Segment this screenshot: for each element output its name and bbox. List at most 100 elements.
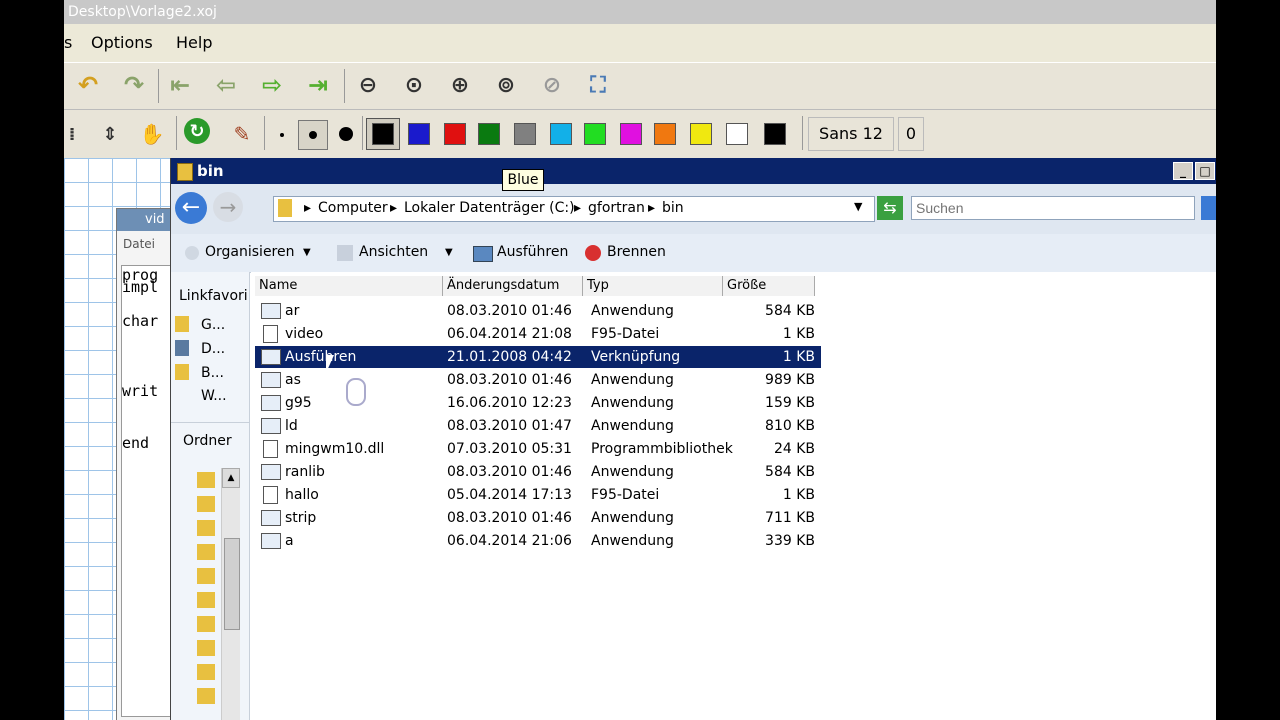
explorer-title-bar[interactable]: bin _ □ (171, 158, 1216, 184)
background-editor-window[interactable]: vid Datei prog impl char writ end (116, 208, 178, 720)
prev-page-icon[interactable]: ⇦ (210, 69, 242, 101)
color-gray-swatch[interactable] (514, 123, 536, 145)
color-magenta-swatch[interactable] (620, 123, 642, 145)
breadcrumb-computer[interactable]: Computer (318, 200, 388, 216)
redo-icon[interactable]: ↷ (118, 69, 150, 101)
file-row[interactable]: Ausführen 21.01.2008 04:42 Verknüpfung 1 KB (255, 346, 821, 368)
run-button[interactable]: Ausführen (497, 244, 568, 260)
scrollbar-thumb[interactable] (224, 538, 240, 630)
zoom-out-icon[interactable]: ⊖ (352, 69, 384, 101)
folder-icon (175, 364, 189, 380)
chevron-down-icon[interactable]: ▼ (854, 200, 862, 213)
views-button[interactable]: Ansichten (359, 244, 428, 260)
editor-code-area[interactable]: prog impl char writ end (121, 265, 175, 717)
breadcrumb-gfortran[interactable]: gfortran (588, 200, 645, 216)
documents-icon (175, 340, 189, 356)
color-white-swatch[interactable] (726, 123, 748, 145)
file-row[interactable]: as 08.03.2010 01:46 Anwendung 989 KB (255, 369, 821, 391)
organize-button[interactable]: Organisieren (205, 244, 295, 260)
color-red-swatch[interactable] (444, 123, 466, 145)
search-icon[interactable] (1201, 196, 1216, 220)
color-light-blue-swatch[interactable] (550, 123, 572, 145)
search-input[interactable] (911, 196, 1195, 220)
file-name: ld (285, 418, 298, 434)
back-icon[interactable]: ← (175, 192, 207, 224)
first-page-icon[interactable]: ⇤ (164, 69, 196, 101)
application-icon (261, 464, 281, 480)
zoom-fit-icon[interactable]: ⊙ (398, 69, 430, 101)
column-header-type[interactable]: Typ (583, 276, 723, 296)
minimize-button[interactable]: _ (1173, 162, 1193, 180)
breadcrumb-bin[interactable]: bin (662, 200, 684, 216)
breadcrumb-arrow[interactable]: ▸ (574, 200, 581, 216)
chevron-down-icon[interactable]: ▼ (303, 247, 311, 258)
undo-icon[interactable]: ↶ (72, 69, 104, 101)
font-size-field[interactable]: 0 (898, 117, 924, 151)
next-page-icon[interactable]: ⇨ (256, 69, 288, 101)
file-row[interactable]: ld 08.03.2010 01:47 Anwendung 810 KB (255, 415, 821, 437)
color-black2-swatch[interactable] (764, 123, 786, 145)
shape-recognizer-icon[interactable]: ↻ (184, 118, 210, 144)
thick-width-icon[interactable] (339, 127, 353, 141)
scroll-up-icon[interactable]: ▲ (222, 468, 240, 488)
color-black-swatch[interactable] (372, 123, 394, 145)
medium-width-button[interactable] (298, 120, 328, 150)
color-blue-swatch[interactable] (408, 123, 430, 145)
favorite-item[interactable]: W... (201, 388, 227, 404)
zoom-in-icon[interactable]: ⊕ (444, 69, 476, 101)
file-row[interactable]: hallo 05.04.2014 17:13 F95-Datei 1 KB (255, 484, 821, 506)
file-size: 989 KB (765, 372, 815, 388)
vertical-space-icon[interactable]: ⇕ (94, 118, 126, 150)
breadcrumb-arrow[interactable]: ▸ (390, 200, 397, 216)
column-header-date[interactable]: Änderungsdatum (443, 276, 583, 296)
color-yellow-swatch[interactable] (690, 123, 712, 145)
folders-header[interactable]: Ordner (183, 433, 232, 449)
color-green-swatch[interactable] (478, 123, 500, 145)
thin-width-icon[interactable] (280, 133, 284, 137)
breadcrumb-arrow[interactable]: ▸ (648, 200, 655, 216)
menu-item-help[interactable]: Help (176, 33, 212, 52)
maximize-button[interactable]: □ (1195, 162, 1215, 180)
favorite-item[interactable]: B... (201, 365, 224, 381)
file-row[interactable]: a 06.04.2014 21:06 Anwendung 339 KB (255, 530, 821, 552)
file-row[interactable]: strip 08.03.2010 01:46 Anwendung 711 KB (255, 507, 821, 529)
ruler-pen-icon[interactable]: ✎ (226, 118, 258, 150)
color-orange-swatch[interactable] (654, 123, 676, 145)
hand-icon[interactable]: ✋ (136, 118, 168, 150)
select-region-icon[interactable]: ⁞ (64, 118, 88, 150)
column-header-name[interactable]: Name (255, 276, 443, 296)
file-row[interactable]: ar 08.03.2010 01:46 Anwendung 584 KB (255, 300, 821, 322)
breadcrumb-drive[interactable]: Lokaler Datenträger (C:) (404, 200, 575, 216)
refresh-icon[interactable]: ⇆ (877, 196, 903, 220)
medium-width-icon (309, 131, 317, 139)
breadcrumb-arrow[interactable]: ▸ (304, 200, 311, 216)
file-row[interactable]: video 06.04.2014 21:08 F95-Datei 1 KB (255, 323, 821, 345)
color-light-green-swatch[interactable] (584, 123, 606, 145)
favorite-item[interactable]: D... (201, 341, 225, 357)
file-name: ar (285, 303, 300, 319)
file-size: 1 KB (782, 487, 815, 503)
editor-menu-datei[interactable]: Datei (123, 237, 155, 251)
favorite-item[interactable]: G... (201, 317, 225, 333)
burn-button[interactable]: Brennen (607, 244, 666, 260)
menu-item-options[interactable]: Options (91, 33, 153, 52)
folders-scrollbar[interactable]: ▲ (221, 468, 240, 720)
file-row[interactable]: ranlib 08.03.2010 01:46 Anwendung 584 KB (255, 461, 821, 483)
zoom-100-icon[interactable]: ⊚ (490, 69, 522, 101)
last-page-icon[interactable]: ⇥ (302, 69, 334, 101)
file-size: 1 KB (782, 349, 815, 365)
font-button[interactable]: Sans 12 (808, 117, 894, 151)
folder-tree-icons (197, 472, 215, 712)
file-row[interactable]: mingwm10.dll 07.03.2010 05:31 Programmbibl… (255, 438, 821, 460)
forward-icon[interactable]: → (213, 192, 243, 222)
file-name: ranlib (285, 464, 325, 480)
menu-item-tools[interactable]: s (64, 33, 72, 52)
address-breadcrumb[interactable]: ▸ Computer ▸ Lokaler Datenträger (C:) ▸ … (273, 196, 875, 222)
column-header-size[interactable]: Größe (723, 276, 815, 296)
file-type: Anwendung (591, 418, 674, 434)
file-row[interactable]: g95 16.06.2010 12:23 Anwendung 159 KB (255, 392, 821, 414)
chevron-down-icon[interactable]: ▼ (445, 247, 453, 258)
fullscreen-icon[interactable]: ⛶ (582, 69, 614, 101)
app-title: Desktop\Vorlage2.xoj (68, 4, 217, 20)
file-type: F95-Datei (591, 326, 660, 342)
